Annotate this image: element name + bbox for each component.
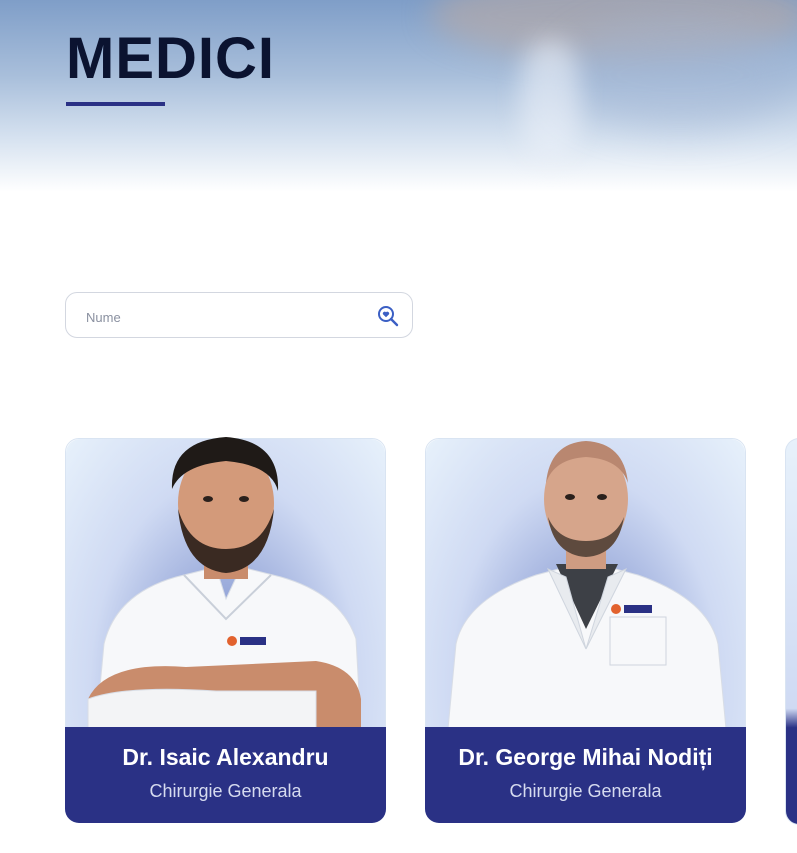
doctor-name[interactable]: Dr. George Mihai Nodiți: [425, 744, 746, 771]
doctor-card-partial[interactable]: [785, 438, 797, 825]
doctor-card[interactable]: Dr. Isaic Alexandru Chirurgie Generala: [65, 437, 386, 823]
hero-background-shade: [560, 20, 797, 130]
doctor-photo: [87, 437, 362, 730]
hero-background-highlight: [520, 40, 580, 160]
doctor-specialty: Chirurgie Generala: [149, 781, 302, 801]
page-title: MEDICI: [66, 26, 275, 91]
search-heart-icon[interactable]: [376, 304, 400, 328]
doctor-card[interactable]: Dr. George Mihai Nodiți Chirurgie Genera…: [425, 438, 746, 823]
doctor-photo: [447, 441, 727, 730]
doctor-specialty: Chirurgie Generala: [509, 781, 662, 801]
card-footer: Dr. George Mihai Nodiți Chirurgie Genera…: [425, 727, 746, 823]
search-box[interactable]: [65, 292, 413, 338]
title-underline: [66, 102, 165, 106]
search-input[interactable]: [84, 305, 368, 329]
doctor-name[interactable]: Dr. Isaic Alexandru: [65, 744, 386, 771]
card-footer: Dr. Isaic Alexandru Chirurgie Generala: [65, 727, 386, 823]
